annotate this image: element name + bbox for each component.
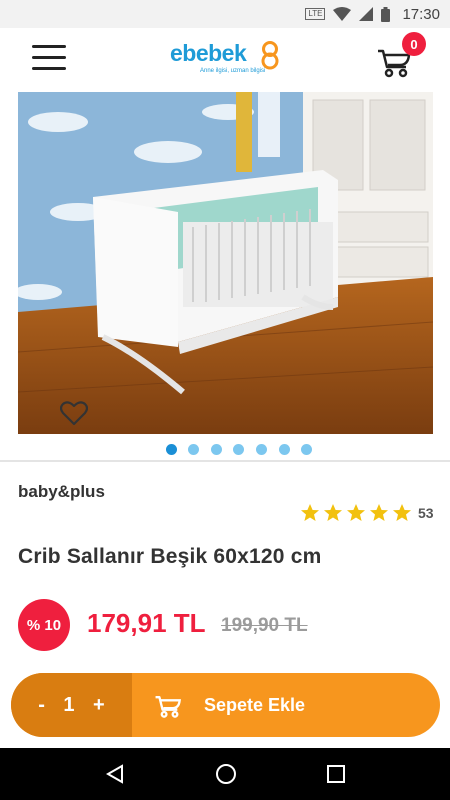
pagination-dot[interactable] <box>233 444 244 455</box>
section-divider <box>0 460 450 462</box>
star-icon <box>393 504 411 521</box>
product-image[interactable] <box>18 92 433 434</box>
pagination-dot[interactable] <box>188 444 199 455</box>
status-time: 17:30 <box>402 5 440 23</box>
add-to-cart-button[interactable]: Sepete Ekle <box>132 673 440 737</box>
ebebek-logo[interactable]: ebebek Anne ilgisi, uzman bilgisi <box>170 40 290 84</box>
star-icon <box>347 504 365 521</box>
cart-count-badge: 0 <box>402 32 426 56</box>
hamburger-icon-line <box>32 67 66 70</box>
pagination-dot[interactable] <box>301 444 312 455</box>
star-icon <box>370 504 388 521</box>
old-price: 199,90 TL <box>221 615 308 636</box>
product-brand[interactable]: baby&plus <box>18 482 105 502</box>
logo-tagline: Anne ilgisi, uzman bilgisi <box>200 68 266 74</box>
home-icon[interactable] <box>215 763 237 785</box>
system-navigation-bar <box>0 748 450 800</box>
app-header: ebebek Anne ilgisi, uzman bilgisi 0 <box>0 28 450 92</box>
pagination-dot[interactable] <box>256 444 267 455</box>
quantity-value: 1 <box>63 693 75 716</box>
battery-icon <box>381 6 391 22</box>
lte-indicator: LTE <box>305 8 326 20</box>
product-title: Crib Sallanır Beşik 60x120 cm <box>18 545 322 568</box>
quantity-stepper: - 1 + <box>11 673 132 737</box>
crib-photo <box>18 92 433 434</box>
hamburger-icon-line <box>32 45 66 48</box>
pagination-dot[interactable] <box>211 444 222 455</box>
wifi-icon <box>333 7 352 21</box>
image-pagination <box>0 444 450 456</box>
cell-signal-icon <box>359 7 374 21</box>
recents-icon[interactable] <box>327 765 345 783</box>
add-to-cart-label: Sepete Ekle <box>204 694 306 715</box>
stroller-cart-icon <box>155 696 181 718</box>
pagination-dot[interactable] <box>279 444 290 455</box>
star-icon <box>301 504 319 521</box>
pagination-dot[interactable] <box>166 444 177 455</box>
discount-badge: % 10 <box>18 599 70 651</box>
product-rating[interactable]: 53 <box>300 503 434 523</box>
menu-button[interactable] <box>32 45 66 73</box>
logo-mark-icon <box>261 41 279 70</box>
quantity-increase-button[interactable]: + <box>93 694 105 717</box>
hamburger-icon-line <box>32 56 66 59</box>
review-count: 53 <box>418 505 434 521</box>
status-bar: LTE 17:30 <box>0 0 450 28</box>
back-icon[interactable] <box>105 764 125 784</box>
logo-wordmark: ebebek <box>170 40 247 66</box>
favorite-button[interactable] <box>59 400 89 426</box>
heart-icon <box>59 401 89 426</box>
current-price: 179,91 TL <box>87 608 206 638</box>
add-to-cart-bar: - 1 + Sepete Ekle <box>11 673 440 737</box>
star-icon <box>324 504 342 521</box>
quantity-decrease-button[interactable]: - <box>38 694 45 717</box>
